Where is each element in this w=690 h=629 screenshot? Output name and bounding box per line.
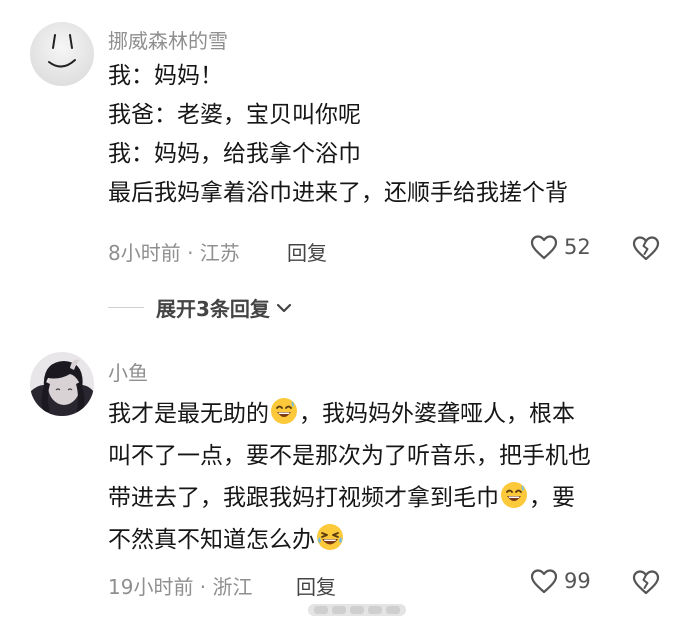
comment-meta: 19小时前 · 浙江 xyxy=(108,575,253,599)
comment-1: 挪威森林的雪 我：妈妈！ 我爸：老婆，宝贝叫你呢 我：妈妈，给我拿个浴巾 最后我… xyxy=(0,0,690,270)
comment-line: 我：妈妈，给我拿个浴巾 xyxy=(108,141,361,167)
avatar[interactable] xyxy=(30,352,94,416)
heart-outline-icon xyxy=(530,569,558,594)
username[interactable]: 挪威森林的雪 xyxy=(108,25,228,54)
dislike-button[interactable] xyxy=(632,569,660,599)
comment-line: 我：妈妈！ xyxy=(108,63,223,89)
comment-text: 我：妈妈！ 我爸：老婆，宝贝叫你呢 我：妈妈，给我拿个浴巾 最后我妈拿着浴巾进来… xyxy=(108,57,568,213)
laughing-tears-emoji xyxy=(317,524,343,550)
reply-button[interactable]: 回复 xyxy=(287,237,327,266)
grinning-sweat-emoji xyxy=(501,482,527,508)
text-span: 我才是最无助的 xyxy=(108,401,269,427)
like-button[interactable]: 99 xyxy=(530,568,591,594)
expand-replies-button[interactable]: 展开3条回复 xyxy=(108,293,294,322)
grinning-sweat-emoji xyxy=(271,398,297,424)
broken-heart-icon xyxy=(632,236,660,261)
text-span: ，我妈妈外婆聋哑人，根本 xyxy=(299,401,575,427)
comment-meta: 8小时前 · 江苏 xyxy=(108,241,240,265)
reply-button[interactable]: 回复 xyxy=(296,571,336,600)
like-button[interactable]: 52 xyxy=(530,234,591,260)
text-span: 带进去了，我跟我妈打视频才拿到毛巾 xyxy=(108,485,499,511)
chevron-down-icon xyxy=(276,303,292,312)
comment-text: 我才是最无助的 ，我妈妈外婆聋哑人，根本 叫不了一点，要不是那次为了听音乐，把手机… xyxy=(108,393,591,561)
text-span: ，要 xyxy=(529,485,575,511)
like-count: 99 xyxy=(564,569,591,593)
comment-line: 叫不了一点，要不是那次为了听音乐，把手机也 xyxy=(108,443,591,469)
watermark xyxy=(308,604,406,616)
heart-outline-icon xyxy=(530,235,558,260)
comment-line: 带进去了，我跟我妈打视频才拿到毛巾 ，要 xyxy=(108,477,591,519)
comment-line: 我才是最无助的 ，我妈妈外婆聋哑人，根本 xyxy=(108,393,591,435)
broken-heart-icon xyxy=(632,570,660,595)
comment-line: 最后我妈拿着浴巾进来了，还顺手给我搓个背 xyxy=(108,180,568,206)
expand-replies-label: 展开3条回复 xyxy=(156,297,270,321)
like-count: 52 xyxy=(564,235,591,259)
comment-line: 不然真不知道怎么办 xyxy=(108,519,591,561)
dislike-button[interactable] xyxy=(632,235,660,265)
avatar[interactable] xyxy=(30,22,94,86)
comment-line: 我爸：老婆，宝贝叫你呢 xyxy=(108,102,361,128)
comment-2: 小鱼 我才是最无助的 ，我妈妈外婆聋哑人，根本 叫不了一点，要不是那次为了听音乐，… xyxy=(0,340,690,620)
text-span: 不然真不知道怎么办 xyxy=(108,527,315,553)
username[interactable]: 小鱼 xyxy=(108,357,148,386)
divider xyxy=(108,307,144,308)
